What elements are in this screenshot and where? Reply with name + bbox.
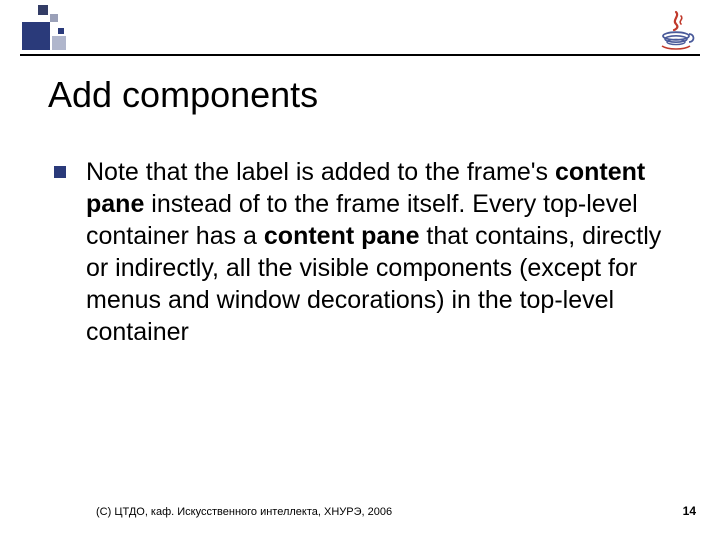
decor-square [22,22,50,50]
body-text-part: Note that the label is added to the fram… [86,158,555,186]
decor-square [50,14,58,22]
body-content: Note that the label is added to the fram… [54,156,690,348]
header-decoration [0,0,720,56]
body-paragraph: Note that the label is added to the fram… [86,156,690,348]
footer-copyright: (С) ЦТДО, каф. Искусственного интеллекта… [96,506,392,518]
bullet-icon [54,166,66,178]
body-text-bold: content pane [264,222,420,250]
decor-square [38,5,48,15]
header-divider [20,54,700,56]
java-logo-icon [654,8,700,50]
decor-square [52,36,66,50]
slide-title: Add components [48,74,318,116]
decor-square [58,28,64,34]
page-number: 14 [683,504,696,518]
